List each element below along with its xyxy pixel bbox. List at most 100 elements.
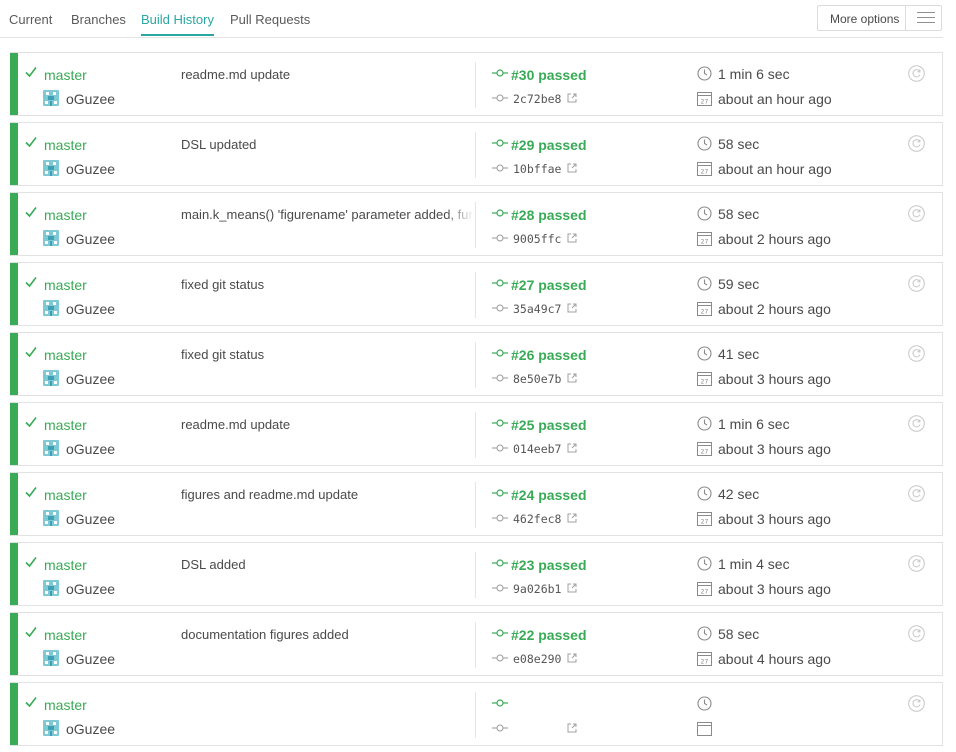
author-name: oGuzee <box>66 441 116 457</box>
external-link-icon[interactable] <box>567 303 577 313</box>
commit-sha-link[interactable]: e08e290 <box>513 652 561 666</box>
branch-link[interactable]: master <box>44 347 87 363</box>
calendar-icon: 27 <box>697 162 712 176</box>
build-number-link[interactable]: #30 passed <box>511 67 587 83</box>
commit-message-text: readme.md update <box>181 417 291 432</box>
restart-icon[interactable] <box>908 555 925 572</box>
clock-icon <box>697 136 712 151</box>
commit-sha-link[interactable]: 014eeb7 <box>513 442 561 456</box>
commit-sha-link[interactable]: 9005ffc <box>513 232 561 246</box>
avatar-icon <box>43 510 59 526</box>
status-bar <box>10 333 18 395</box>
commit-sha-link[interactable]: 8e50e7b <box>513 372 561 386</box>
commit-sha-link[interactable]: 462fec8 <box>513 512 561 526</box>
restart-icon[interactable] <box>908 415 925 432</box>
external-link-icon[interactable] <box>567 163 577 173</box>
commit-sha-link[interactable]: 2c72be8 <box>513 92 561 106</box>
build-duration: 1 min 4 sec <box>718 556 790 572</box>
tab-pull-requests[interactable]: Pull Requests <box>230 12 310 36</box>
build-number-link[interactable]: #26 passed <box>511 347 587 363</box>
status-bar <box>10 193 18 255</box>
commit-message[interactable]: fixed git status <box>181 277 474 292</box>
build-row[interactable]: master oGuzee <box>10 682 943 746</box>
build-number-link[interactable]: #24 passed <box>511 487 587 503</box>
build-row[interactable]: master oGuzee DSL updated #29 passed 10b… <box>10 122 943 186</box>
commit-icon <box>492 514 508 522</box>
commit-message[interactable]: DSL updated <box>181 137 474 152</box>
external-link-icon[interactable] <box>567 373 577 383</box>
external-link-icon[interactable] <box>567 233 577 243</box>
commit-sha-link[interactable]: 35a49c7 <box>513 302 561 316</box>
branch-link[interactable]: master <box>44 67 87 83</box>
external-link-icon[interactable] <box>567 653 577 663</box>
calendar-icon: 27 <box>697 582 712 596</box>
build-row[interactable]: master oGuzee readme.md update #25 passe… <box>10 402 943 466</box>
branch-link[interactable]: master <box>44 487 87 503</box>
more-options-button[interactable]: More options <box>817 5 942 31</box>
build-row[interactable]: master oGuzee fixed git status #26 passe… <box>10 332 943 396</box>
branch-link[interactable]: master <box>44 557 87 573</box>
branch-link[interactable]: master <box>44 137 87 153</box>
build-number-link[interactable]: #25 passed <box>511 417 587 433</box>
commit-message[interactable]: DSL added <box>181 557 474 572</box>
external-link-icon[interactable] <box>567 513 577 523</box>
hamburger-icon[interactable] <box>917 12 935 24</box>
external-link-icon[interactable] <box>567 723 577 733</box>
restart-icon[interactable] <box>908 695 925 712</box>
build-row[interactable]: master oGuzee documentation figures adde… <box>10 612 943 676</box>
restart-icon[interactable] <box>908 65 925 82</box>
restart-icon[interactable] <box>908 275 925 292</box>
tab-branches[interactable]: Branches <box>71 12 126 36</box>
restart-icon[interactable] <box>908 135 925 152</box>
tab-build-history[interactable]: Build History <box>141 12 214 36</box>
external-link-icon[interactable] <box>567 93 577 103</box>
build-row[interactable]: master oGuzee fixed git status #27 passe… <box>10 262 943 326</box>
branch-link[interactable]: master <box>44 277 87 293</box>
build-number-link[interactable]: #22 passed <box>511 627 587 643</box>
build-number-link[interactable]: #29 passed <box>511 137 587 153</box>
branch-link[interactable]: master <box>44 697 87 713</box>
row-divider <box>475 272 476 318</box>
commit-message[interactable]: main.k_means() 'figurename' parameter ad… <box>181 207 474 222</box>
clock-icon <box>697 486 712 501</box>
build-row[interactable]: master oGuzee readme.md update #30 passe… <box>10 52 943 116</box>
build-row[interactable]: master oGuzee DSL added #23 passed 9a026… <box>10 542 943 606</box>
build-finished-time: about an hour ago <box>718 161 832 177</box>
branch-link[interactable]: master <box>44 417 87 433</box>
build-number-link[interactable]: #23 passed <box>511 557 587 573</box>
commit-icon <box>492 304 508 312</box>
svg-text:27: 27 <box>701 99 709 106</box>
row-divider <box>475 412 476 458</box>
commit-message[interactable]: documentation figures added <box>181 627 474 642</box>
external-link-icon[interactable] <box>567 443 577 453</box>
build-finished-time: about 3 hours ago <box>718 511 831 527</box>
status-bar <box>10 613 18 675</box>
commit-sha-link[interactable]: 10bffae <box>513 162 561 176</box>
restart-icon[interactable] <box>908 485 925 502</box>
build-row[interactable]: master oGuzee figures and readme.md upda… <box>10 472 943 536</box>
commit-sha-link[interactable]: 9a026b1 <box>513 582 561 596</box>
build-number-link[interactable]: #28 passed <box>511 207 587 223</box>
calendar-icon: 27 <box>697 302 712 316</box>
restart-icon[interactable] <box>908 205 925 222</box>
external-link-icon[interactable] <box>567 583 577 593</box>
branch-link[interactable]: master <box>44 207 87 223</box>
commit-message[interactable]: readme.md update <box>181 67 474 82</box>
more-options-divider <box>905 6 906 30</box>
build-row[interactable]: master oGuzee main.k_means() 'figurename… <box>10 192 943 256</box>
commit-message[interactable]: readme.md update <box>181 417 474 432</box>
commit-icon <box>492 349 508 357</box>
check-icon <box>25 487 37 498</box>
tab-current[interactable]: Current <box>9 12 52 36</box>
restart-icon[interactable] <box>908 345 925 362</box>
clock-icon <box>697 626 712 641</box>
row-divider <box>475 132 476 178</box>
branch-link[interactable]: master <box>44 627 87 643</box>
commit-message[interactable]: figures and readme.md update <box>181 487 474 502</box>
build-number-link[interactable]: #27 passed <box>511 277 587 293</box>
commit-message[interactable]: fixed git status <box>181 347 474 362</box>
commit-icon <box>492 699 508 707</box>
build-list: master oGuzee readme.md update #30 passe… <box>10 52 943 752</box>
restart-icon[interactable] <box>908 625 925 642</box>
avatar-icon <box>43 720 59 736</box>
